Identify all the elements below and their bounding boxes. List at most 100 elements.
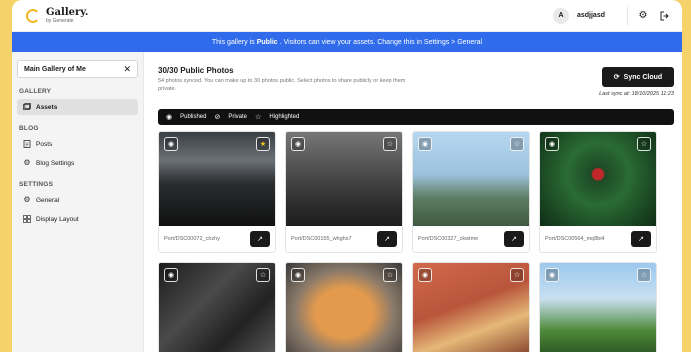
body: Main Gallery of Me ✕ GALLERY Assets BLOG… xyxy=(12,52,682,352)
top-right-controls: A asdjjasd ⚙ xyxy=(552,6,672,25)
logo-mark-icon xyxy=(26,8,40,23)
logo[interactable]: Gallery. by Generate xyxy=(26,6,89,24)
star-icon[interactable]: ☆ xyxy=(383,268,397,282)
settings-gear-icon[interactable]: ⚙ xyxy=(636,9,650,23)
photo-thumbnail[interactable]: ◉ ☆ xyxy=(286,263,402,352)
photo-card[interactable]: ◉ ☆ xyxy=(412,262,530,352)
star-icon[interactable]: ☆ xyxy=(383,137,397,151)
photo-caption-row: Port/DSC00155_whghs7 ↗ xyxy=(286,226,402,252)
eye-off-icon: ⊘ xyxy=(214,114,221,121)
photo-thumbnail[interactable]: ◉ ☆ xyxy=(413,132,529,226)
star-filled-icon[interactable]: ★ xyxy=(256,137,270,151)
legend-published: Published xyxy=(180,114,207,120)
star-icon[interactable]: ☆ xyxy=(637,268,651,282)
section-title-settings: SETTINGS xyxy=(19,181,54,188)
photo-caption: Port/DSC00564_mq8bi4 xyxy=(545,236,605,242)
legend-bar: ◉ Published ⊘ Private ☆ Highlighted xyxy=(158,109,674,125)
gallery-selector[interactable]: Main Gallery of Me ✕ xyxy=(17,60,138,78)
section-title-blog: BLOG xyxy=(19,125,39,132)
photo-thumbnail[interactable]: ◉ ☆ xyxy=(540,263,656,352)
photo-caption-row: Port/DSC00564_mq8bi4 ↗ xyxy=(540,226,656,252)
sidebar-item-display-layout[interactable]: Display Layout xyxy=(17,211,138,227)
photo-thumbnail[interactable]: ◉ ☆ xyxy=(159,263,275,352)
eye-icon: ◉ xyxy=(166,114,173,121)
divider xyxy=(627,6,628,25)
document-icon xyxy=(23,140,31,148)
photo-caption: Port/DSC00327_ckwtme xyxy=(418,236,479,242)
star-icon[interactable]: ☆ xyxy=(510,268,524,282)
eye-icon[interactable]: ◉ xyxy=(291,268,305,282)
header-text: 30/30 Public Photos 54 photos synced. Yo… xyxy=(158,66,418,97)
star-icon: ☆ xyxy=(255,114,262,121)
last-sync-text: Last sync at: 18/10/2025 11:23 xyxy=(599,91,674,97)
banner-status: Public xyxy=(256,38,278,46)
content-header: 30/30 Public Photos 54 photos synced. Yo… xyxy=(158,66,674,97)
photo-thumbnail[interactable]: ◉ ★ xyxy=(159,132,275,226)
sync-icon: ⟳ xyxy=(613,74,620,81)
sidebar-item-assets[interactable]: Assets xyxy=(17,99,138,115)
eye-icon[interactable]: ◉ xyxy=(291,137,305,151)
sidebar-item-label: Blog Settings xyxy=(36,159,75,167)
photo-card[interactable]: ◉ ☆ Port/DSC00564_mq8bi4 ↗ xyxy=(539,131,657,253)
visibility-banner: This gallery is Public . Visitors can vi… xyxy=(12,32,682,52)
gear-icon: ⚙ xyxy=(23,158,31,167)
photo-caption: Port/DSC00155_whghs7 xyxy=(291,236,352,242)
open-external-icon[interactable]: ↗ xyxy=(377,231,397,247)
star-icon[interactable]: ☆ xyxy=(637,137,651,151)
eye-icon[interactable]: ◉ xyxy=(418,137,432,151)
logo-text: Gallery. by Generate xyxy=(46,6,89,24)
star-icon[interactable]: ☆ xyxy=(510,137,524,151)
page-subtitle: 54 photos synced. You can make up to 30 … xyxy=(158,78,406,92)
gallery-name: Main Gallery of Me xyxy=(24,65,86,73)
sidebar: Main Gallery of Me ✕ GALLERY Assets BLOG… xyxy=(12,52,144,352)
eye-icon[interactable]: ◉ xyxy=(545,137,559,151)
open-external-icon[interactable]: ↗ xyxy=(504,231,524,247)
photo-thumbnail[interactable]: ◉ ☆ xyxy=(540,132,656,226)
sidebar-item-label: Display Layout xyxy=(36,215,79,223)
photo-thumbnail[interactable]: ◉ ☆ xyxy=(286,132,402,226)
photo-caption-row: Port/DSC00327_ckwtme ↗ xyxy=(413,226,529,252)
logout-icon[interactable] xyxy=(658,9,672,23)
gear-icon: ⚙ xyxy=(23,195,31,204)
sidebar-item-label: General xyxy=(36,196,60,204)
photo-card[interactable]: ◉ ☆ xyxy=(158,262,276,352)
sync-cloud-button[interactable]: ⟳ Sync Cloud xyxy=(602,67,674,87)
photo-caption: Port/DSC00072_clrzhy xyxy=(164,236,220,242)
sync-area: ⟳ Sync Cloud Last sync at: 18/10/2025 11… xyxy=(599,66,674,97)
eye-icon[interactable]: ◉ xyxy=(164,268,178,282)
sync-label: Sync Cloud xyxy=(623,73,663,81)
image-icon xyxy=(23,103,31,111)
logo-subtitle: by Generate xyxy=(46,17,74,24)
open-external-icon[interactable]: ↗ xyxy=(631,231,651,247)
open-external-icon[interactable]: ↗ xyxy=(250,231,270,247)
photo-caption-row: Port/DSC00072_clrzhy ↗ xyxy=(159,226,275,252)
photo-card[interactable]: ◉ ☆ Port/DSC00155_whghs7 ↗ xyxy=(285,131,403,253)
sidebar-item-label: Assets xyxy=(36,103,58,111)
photo-card[interactable]: ◉ ☆ xyxy=(285,262,403,352)
sidebar-item-posts[interactable]: Posts xyxy=(17,136,138,152)
photo-thumbnail[interactable]: ◉ ☆ xyxy=(413,263,529,352)
star-icon[interactable]: ☆ xyxy=(256,268,270,282)
username[interactable]: asdjjasd xyxy=(577,12,605,19)
top-bar: Gallery. by Generate A asdjjasd ⚙ xyxy=(12,0,682,32)
section-title-gallery: GALLERY xyxy=(19,88,52,95)
eye-icon[interactable]: ◉ xyxy=(545,268,559,282)
app-window: Gallery. by Generate A asdjjasd ⚙ This g… xyxy=(12,0,682,352)
logo-title: Gallery. xyxy=(46,6,89,18)
sidebar-item-label: Posts xyxy=(36,140,53,148)
sidebar-item-general[interactable]: ⚙ General xyxy=(17,192,138,208)
photo-card[interactable]: ◉ ★ Port/DSC00072_clrzhy ↗ xyxy=(158,131,276,253)
layout-icon xyxy=(23,215,31,223)
legend-highlighted: Highlighted xyxy=(269,114,300,120)
eye-icon[interactable]: ◉ xyxy=(164,137,178,151)
close-icon[interactable]: ✕ xyxy=(123,64,131,75)
photo-grid: ◉ ★ Port/DSC00072_clrzhy ↗ ◉ ☆ Port/DSC0… xyxy=(158,131,674,352)
main-content: 30/30 Public Photos 54 photos synced. Yo… xyxy=(144,52,682,352)
sidebar-item-blog-settings[interactable]: ⚙ Blog Settings xyxy=(17,155,138,171)
banner-prefix: This gallery is xyxy=(211,38,255,46)
avatar[interactable]: A xyxy=(552,7,569,24)
photo-card[interactable]: ◉ ☆ xyxy=(539,262,657,352)
banner-suffix: . Visitors can view your assets. Change … xyxy=(279,38,483,46)
eye-icon[interactable]: ◉ xyxy=(418,268,432,282)
photo-card[interactable]: ◉ ☆ Port/DSC00327_ckwtme ↗ xyxy=(412,131,530,253)
